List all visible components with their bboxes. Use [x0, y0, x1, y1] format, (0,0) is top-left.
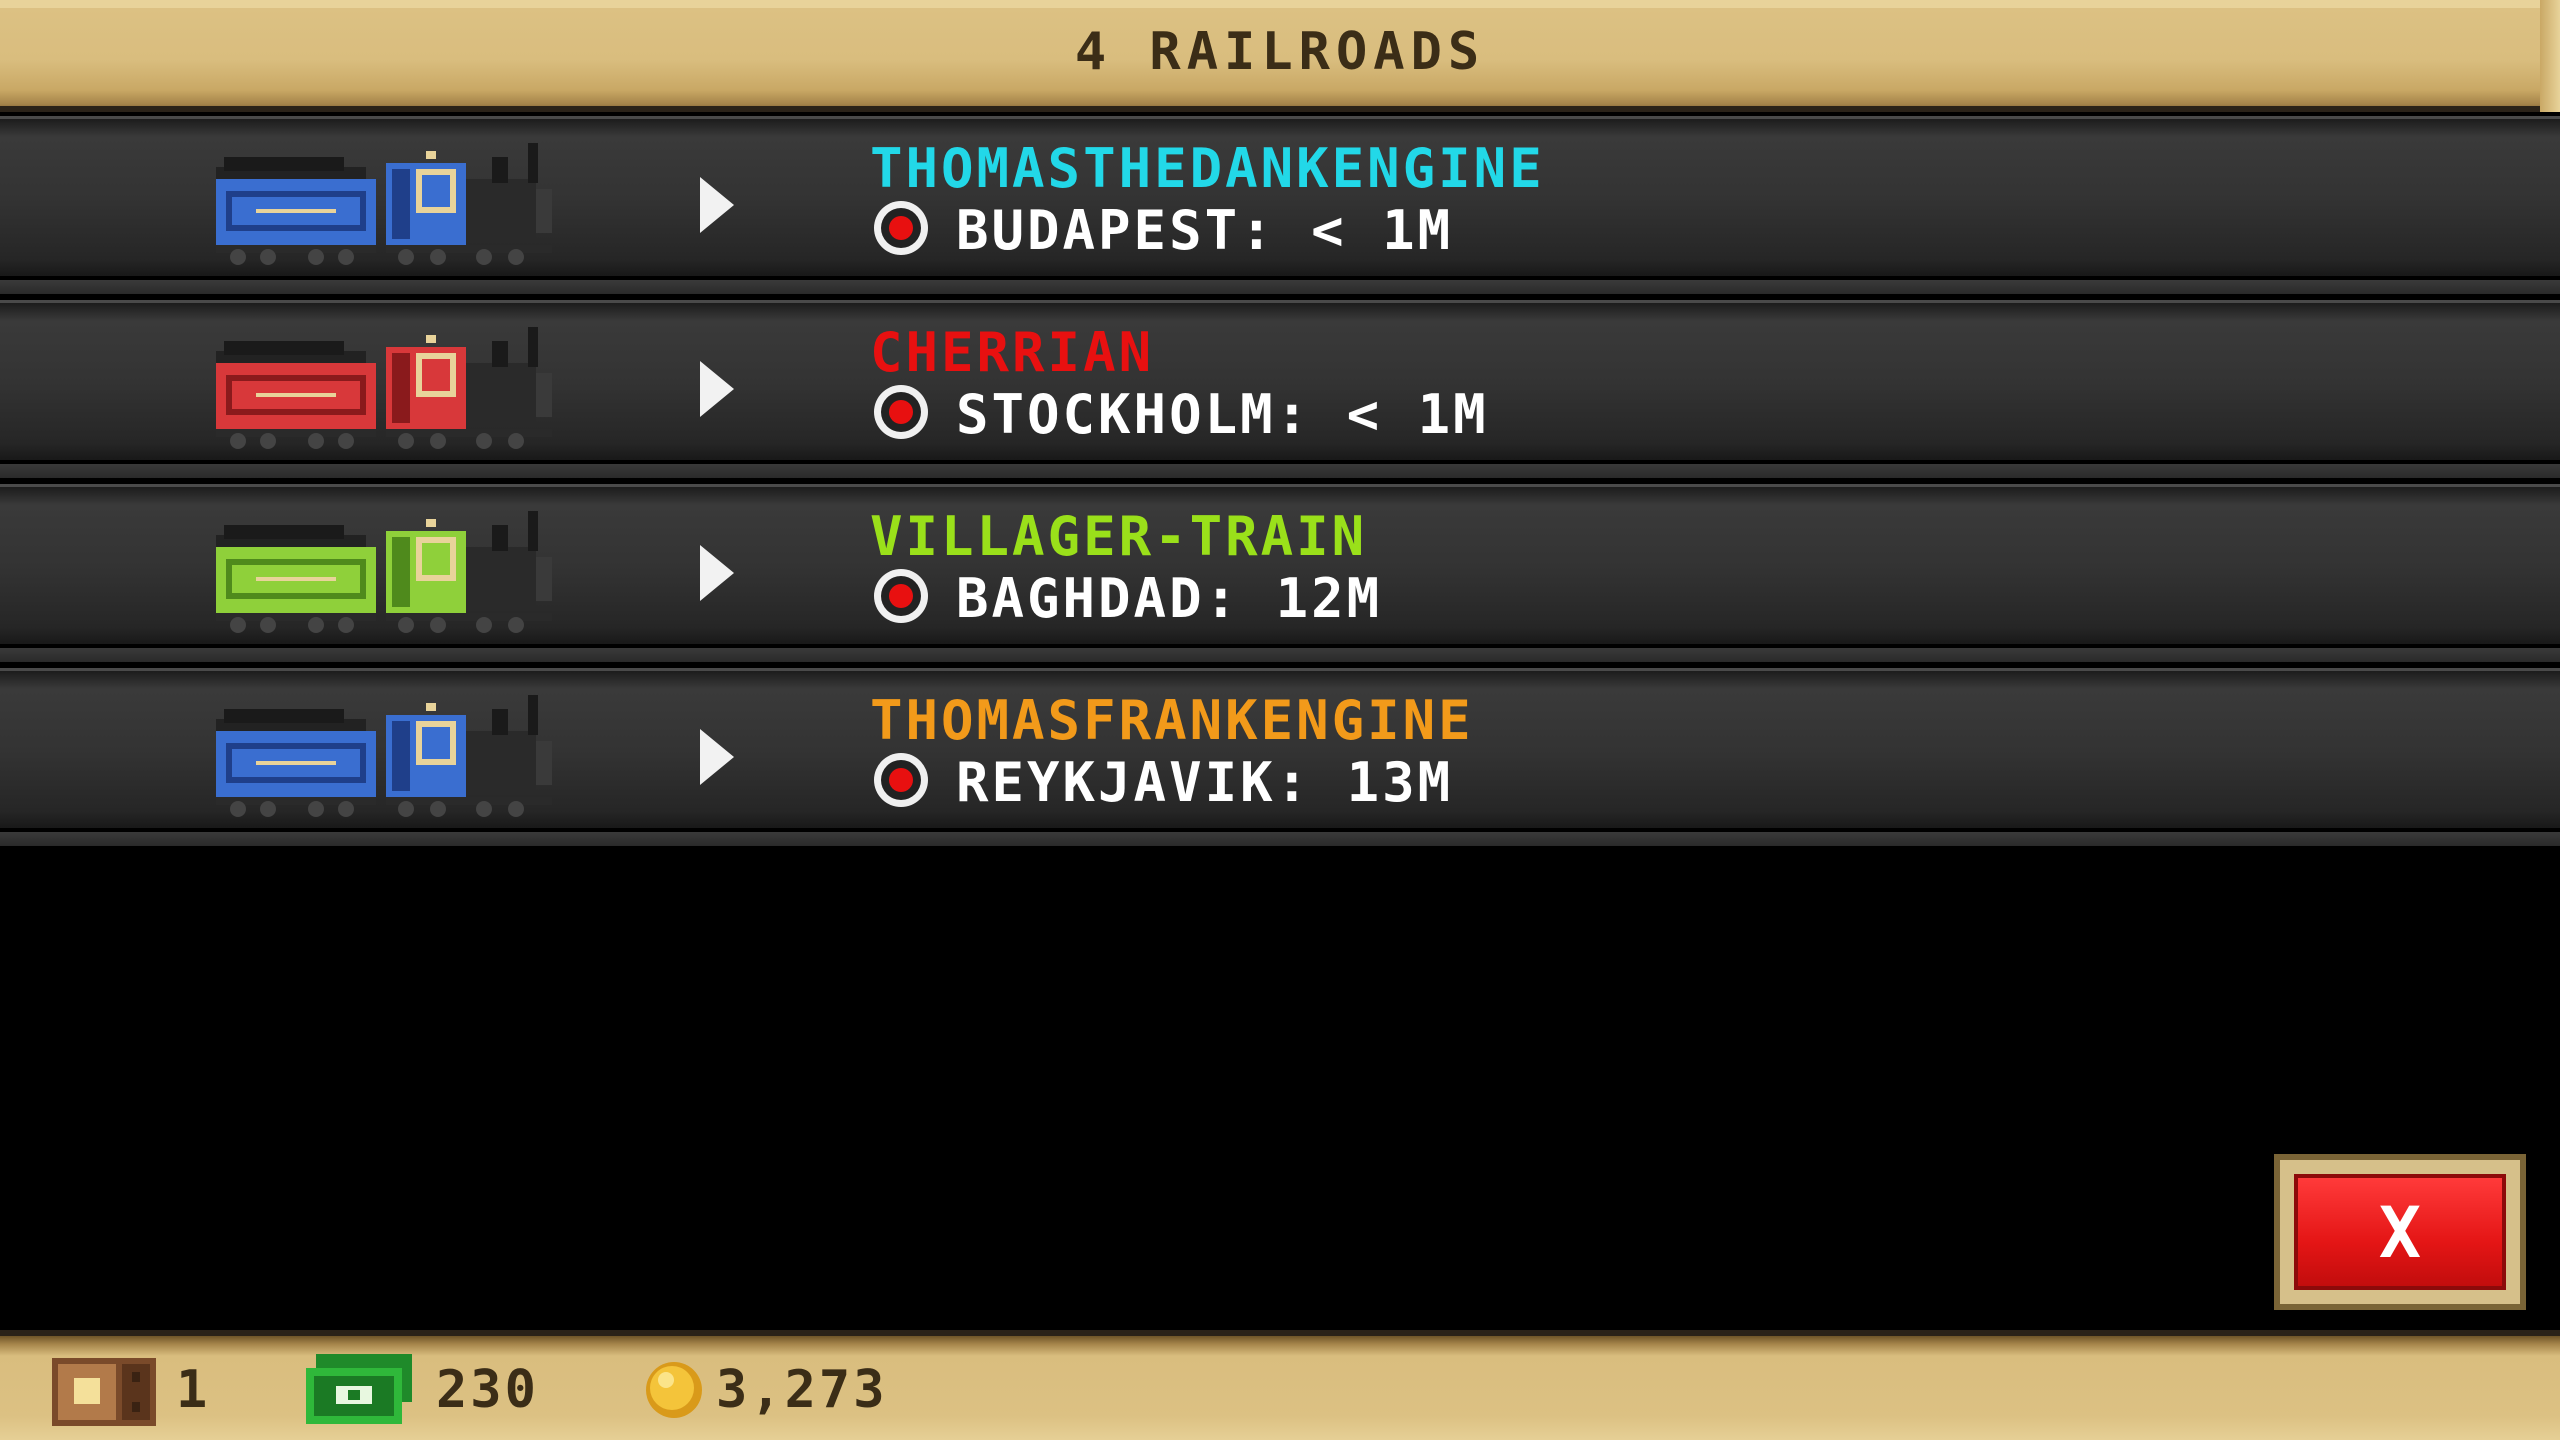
train-sprite — [216, 143, 552, 265]
railroad-location: REYKJAVIK: 13M — [956, 751, 1454, 814]
railroad-list: THOMASTHEDANKENGINE BUDAPEST: < 1M CHERR… — [0, 116, 2560, 852]
coin-amount: 3,273 — [716, 1360, 888, 1420]
railroad-row[interactable]: VILLAGER-TRAIN BAGHDAD: 12M — [0, 484, 2560, 662]
railroad-name: VILLAGER-TRAIN — [870, 505, 1368, 568]
page-title: 4 RAILROADS — [1074, 22, 1486, 82]
crate-icon — [52, 1358, 156, 1426]
train-sprite — [216, 511, 552, 633]
railroad-location: BAGHDAD: 12M — [956, 567, 1383, 630]
location-pin-icon — [874, 569, 928, 623]
railroad-location: BUDAPEST: < 1M — [956, 199, 1454, 262]
play-arrow-icon[interactable] — [700, 729, 734, 785]
play-arrow-icon[interactable] — [700, 177, 734, 233]
railroad-row[interactable]: CHERRIAN STOCKHOLM: < 1M — [0, 300, 2560, 478]
play-arrow-icon[interactable] — [700, 545, 734, 601]
cash-icon — [306, 1354, 412, 1424]
railroad-row[interactable]: THOMASTHEDANKENGINE BUDAPEST: < 1M — [0, 116, 2560, 294]
play-arrow-icon[interactable] — [700, 361, 734, 417]
close-button[interactable]: X — [2274, 1154, 2526, 1310]
railroad-row[interactable]: THOMASFRANKENGINE REYKJAVIK: 13M — [0, 668, 2560, 846]
railroad-name: THOMASFRANKENGINE — [870, 689, 1474, 752]
train-sprite — [216, 327, 552, 449]
coin-icon — [646, 1362, 702, 1418]
crate-count: 1 — [176, 1360, 211, 1420]
cash-amount: 230 — [436, 1360, 539, 1420]
location-pin-icon — [874, 753, 928, 807]
location-pin-icon — [874, 385, 928, 439]
location-pin-icon — [874, 201, 928, 255]
close-button-face[interactable]: X — [2294, 1174, 2506, 1290]
close-icon[interactable]: X — [2298, 1192, 2502, 1274]
title-bar-cap — [2540, 0, 2560, 112]
railroad-name: THOMASTHEDANKENGINE — [870, 137, 1545, 200]
railroad-name: CHERRIAN — [870, 321, 1155, 384]
railroad-location: STOCKHOLM: < 1M — [956, 383, 1489, 446]
train-sprite — [216, 695, 552, 817]
title-bar: 4 RAILROADS — [0, 0, 2560, 112]
status-bar: 1 230 3,273 — [0, 1330, 2560, 1440]
